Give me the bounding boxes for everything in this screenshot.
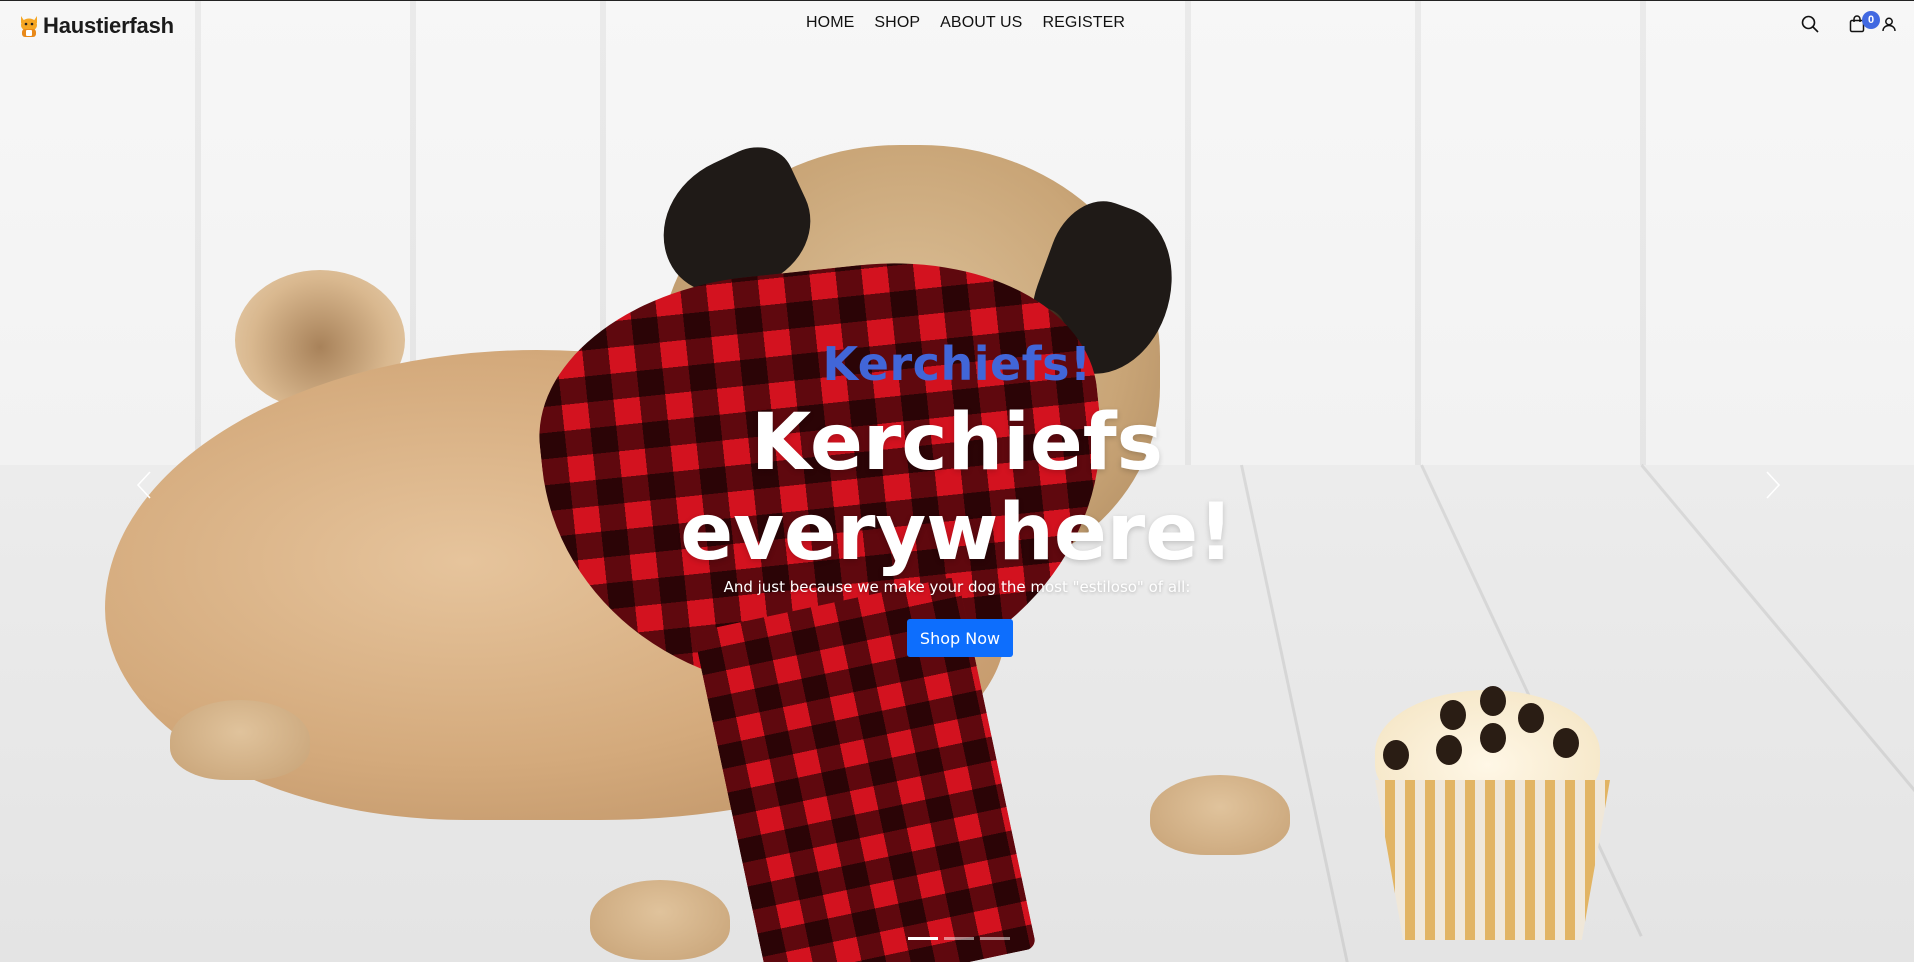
header-actions: 0 <box>1801 11 1896 37</box>
cat-icon <box>18 14 40 38</box>
nav-register[interactable]: REGISTER <box>1042 14 1125 32</box>
slide-subtitle: And just because we make your dog the mo… <box>723 578 1191 596</box>
cupcake-wrapper <box>1375 780 1610 940</box>
carousel-indicators <box>908 937 1010 940</box>
pug-paw <box>170 700 310 780</box>
slide-headline-line2: everywhere! <box>680 488 1234 578</box>
chocolate-chip <box>1436 735 1462 765</box>
chocolate-chip <box>1480 686 1506 716</box>
slide-headline-line1: Kerchiefs <box>750 398 1164 488</box>
pug-paw <box>1150 775 1290 855</box>
carousel-indicator[interactable] <box>980 937 1010 940</box>
carousel-indicator[interactable] <box>908 937 938 940</box>
brand-name: Haustierfash <box>43 13 174 38</box>
chocolate-chip <box>1440 700 1466 730</box>
chocolate-chip <box>1518 703 1544 733</box>
nav-about-us[interactable]: ABOUT US <box>940 14 1022 32</box>
pug-paw <box>590 880 730 960</box>
main-nav: HOME SHOP ABOUT US REGISTER <box>806 14 1125 32</box>
slide-headline: Kerchiefs everywhere! <box>0 398 1914 578</box>
slide-eyebrow: Kerchiefs! <box>822 337 1092 391</box>
chocolate-chip <box>1383 740 1409 770</box>
cart-count-badge: 0 <box>1862 11 1880 29</box>
brand-logo[interactable]: Haustierfash <box>18 13 174 39</box>
nav-shop[interactable]: SHOP <box>874 14 920 32</box>
search-icon[interactable] <box>1801 15 1819 37</box>
user-icon[interactable] <box>1882 17 1896 36</box>
carousel-indicator[interactable] <box>944 937 974 940</box>
site-header: Haustierfash HOME SHOP ABOUT US REGISTER… <box>0 0 1914 48</box>
cart-button[interactable]: 0 <box>1849 11 1880 37</box>
chocolate-chip <box>1553 728 1579 758</box>
nav-home[interactable]: HOME <box>806 14 854 32</box>
shop-now-button[interactable]: Shop Now <box>907 619 1013 657</box>
chocolate-chip <box>1480 723 1506 753</box>
